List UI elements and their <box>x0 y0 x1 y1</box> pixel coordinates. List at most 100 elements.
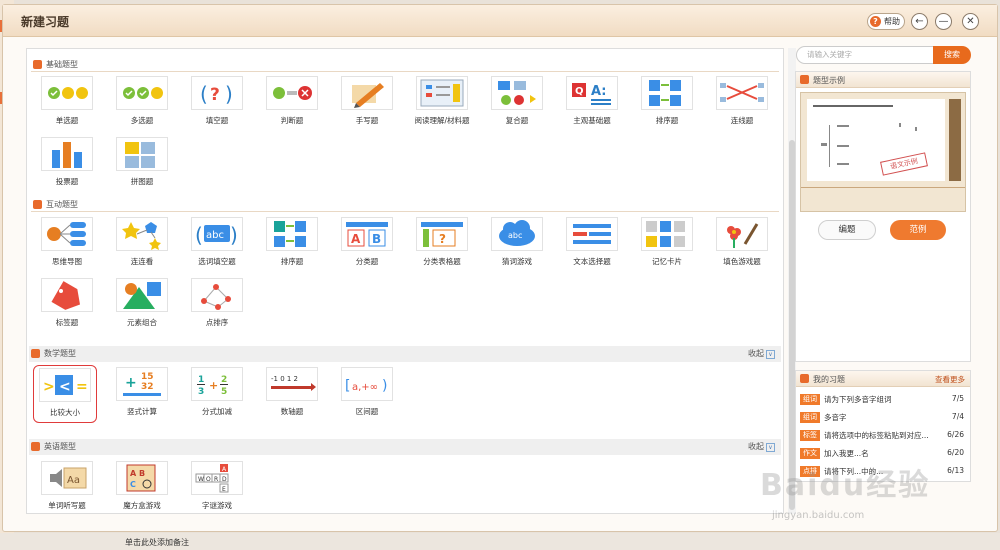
tile-vertical-calc[interactable]: +15 32 竖式计算 <box>112 367 172 423</box>
svg-text:): ) <box>230 223 238 247</box>
svg-text:2: 2 <box>221 375 227 385</box>
tile-interval[interactable]: [a,+∞) 区间题 <box>337 367 397 423</box>
chevron-up-icon: ∨ <box>766 350 775 359</box>
collapse-math-button[interactable]: 收起 ∨ <box>748 348 775 359</box>
tile-compare-size[interactable]: > < = 比较大小 <box>33 365 97 423</box>
dialog-titlebar[interactable]: 新建习题 ? 帮助 ← — ✕ <box>3 5 997 37</box>
section-header-basic: 基础题型 <box>31 58 779 72</box>
exercise-row[interactable]: 组词 请为下列多音字组词 7/5 <box>800 393 968 407</box>
tile-label: 区间题 <box>355 407 379 416</box>
tile-label: 连线题 <box>730 116 754 125</box>
collapse-label: 收起 <box>748 442 764 451</box>
tile-label: 比较大小 <box>50 408 80 417</box>
close-icon: ✕ <box>966 16 975 27</box>
exercise-row[interactable]: 作文 加入我更...名 6/20 <box>800 447 968 461</box>
tile-label-question[interactable]: 标签题 <box>37 278 97 334</box>
tile-classify-table[interactable]: ? 分类表格题 <box>412 217 472 273</box>
tile-memory-card[interactable]: 记忆卡片 <box>637 217 697 273</box>
tile-reading[interactable]: 阅读理解/材料题 <box>412 76 472 132</box>
tile-word-fill[interactable]: (abc) 选词填空题 <box>187 217 247 273</box>
section-icon <box>800 75 809 84</box>
tile-classify[interactable]: AB 分类题 <box>337 217 397 273</box>
tile-multi-choice[interactable]: 多选题 <box>112 76 172 132</box>
tile-label: 分类题 <box>355 257 379 266</box>
tile-label: 数轴题 <box>280 407 304 416</box>
svg-text:D: D <box>222 476 227 483</box>
crossword-icon: AWORDE <box>191 461 243 495</box>
close-button[interactable]: ✕ <box>962 13 979 30</box>
example-panel-header: 题型示例 <box>796 72 970 88</box>
tile-dictation[interactable]: Aa 单词听写题 <box>37 461 97 517</box>
tile-sorting[interactable]: 排序题 <box>637 76 697 132</box>
svg-text:=: = <box>76 379 88 395</box>
tile-sorting-interactive[interactable]: 排序题 <box>262 217 322 273</box>
tile-subjective[interactable]: Q A: 主观基础题 <box>562 76 622 132</box>
compound-icon <box>491 76 543 110</box>
tile-vote[interactable]: 投票题 <box>37 137 97 193</box>
tile-label: 拼图题 <box>130 177 154 186</box>
dialog-title: 新建习题 <box>21 15 70 29</box>
svg-text:a,+∞: a,+∞ <box>352 382 378 393</box>
tile-handwriting[interactable]: 手写题 <box>337 76 397 132</box>
subjective-icon: Q A: <box>566 76 618 110</box>
notes-placeholder[interactable]: 单击此处添加备注 <box>125 537 189 548</box>
tile-label: 分类表格题 <box>423 257 461 266</box>
tile-number-line[interactable]: -1 0 1 2 数轴题 <box>262 367 322 423</box>
memory-card-icon <box>641 217 693 251</box>
search-button[interactable]: 搜索 <box>933 46 971 64</box>
tile-matching[interactable]: 连线题 <box>712 76 772 132</box>
tile-single-choice[interactable]: 单选题 <box>37 76 97 132</box>
dots-icon <box>191 278 243 312</box>
tile-label: 判断题 <box>280 116 304 125</box>
abc-box-icon: A B C <box>116 461 168 495</box>
search-input[interactable]: 请输入关键字 <box>796 46 934 64</box>
tile-magic-box[interactable]: A B C 魔方盒游戏 <box>112 461 172 517</box>
section-title: 英语题型 <box>44 442 76 451</box>
text-select-icon <box>566 217 618 251</box>
tile-coloring[interactable]: 填色游戏题 <box>712 217 772 273</box>
tile-compound[interactable]: 复合题 <box>487 76 547 132</box>
exercise-title: 多音字 <box>824 413 847 422</box>
preview-toolbar <box>949 99 961 181</box>
example-button[interactable]: 范例 <box>890 220 946 240</box>
collapse-english-button[interactable]: 收起 ∨ <box>748 441 775 452</box>
tile-label: 竖式计算 <box>127 407 157 416</box>
tile-label: 思维导图 <box>52 257 82 266</box>
tile-fill-blank[interactable]: (?) 填空题 <box>187 76 247 132</box>
tile-mind-map[interactable]: 思维导图 <box>37 217 97 273</box>
svg-text:5: 5 <box>221 387 227 397</box>
tile-label: 分式加减 <box>202 407 232 416</box>
svg-text:abc: abc <box>508 231 522 240</box>
section-header-math: 数学题型 收起 ∨ <box>29 346 781 362</box>
tile-dot-sort[interactable]: 点排序 <box>187 278 247 334</box>
view-more-link[interactable]: 查看更多 <box>935 374 965 385</box>
svg-text:15: 15 <box>141 372 154 382</box>
back-button[interactable]: ← <box>911 13 928 30</box>
exercise-date: 6/20 <box>947 448 964 457</box>
tile-label: 填空题 <box>205 116 229 125</box>
tile-text-select[interactable]: 文本选择题 <box>562 217 622 273</box>
tile-word-puzzle[interactable]: AWORDE 字谜游戏 <box>187 461 247 517</box>
tile-label: 记忆卡片 <box>652 257 682 266</box>
help-button[interactable]: ? 帮助 <box>867 13 905 30</box>
tile-guess-word[interactable]: abc 猜词游戏 <box>487 217 547 273</box>
tile-fraction[interactable]: 1 3 +2 5 分式加减 <box>187 367 247 423</box>
edit-question-button[interactable]: 编题 <box>818 220 876 240</box>
exercise-row[interactable]: 标签 请将选项中的标签粘贴到对应... 6/26 <box>800 429 968 443</box>
multi-choice-icon <box>116 76 168 110</box>
svg-text:?: ? <box>210 85 220 105</box>
svg-text:C: C <box>130 480 136 489</box>
tile-connect[interactable]: 连连看 <box>112 217 172 273</box>
example-preview: 语文示例 <box>800 92 966 212</box>
tile-label: 标签题 <box>55 318 79 327</box>
tile-element-combine[interactable]: 元素组合 <box>112 278 172 334</box>
notes-bar[interactable]: 单击此处添加备注 <box>0 533 1000 550</box>
fill-blank-icon: (?) <box>191 76 243 110</box>
svg-text:3: 3 <box>198 387 204 397</box>
minimize-button[interactable]: — <box>935 13 952 30</box>
tile-puzzle[interactable]: 拼图题 <box>112 137 172 193</box>
svg-text:(: ( <box>200 82 208 106</box>
tile-label: 复合题 <box>505 116 529 125</box>
exercise-row[interactable]: 组词 多音字 7/4 <box>800 411 968 425</box>
tile-true-false[interactable]: 判断题 <box>262 76 322 132</box>
